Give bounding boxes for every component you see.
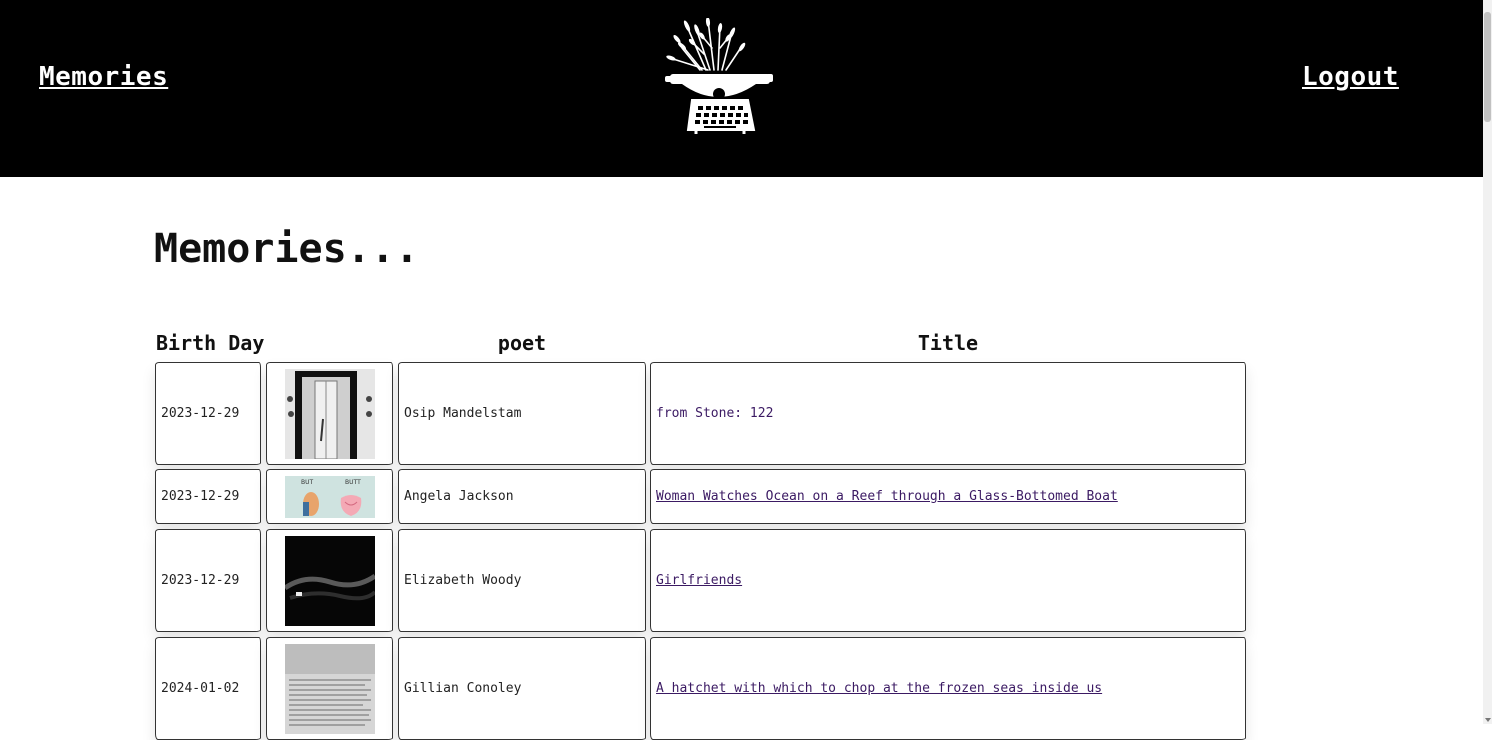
title-cell: Woman Watches Ocean on a Reef through a … [650,469,1246,524]
poet-cell: Angela Jackson [398,469,646,524]
page-title: Memories... [154,226,419,272]
date-cell: 2023-12-29 [155,469,261,524]
poet-cell: Osip Mandelstam [398,362,646,465]
thumb-text-but: BUT [301,479,314,486]
title-cell: from Stone: 122 [650,362,1246,465]
text-page-photo-icon [284,643,375,734]
thumbnail-cell[interactable] [266,362,393,465]
nav-memories-link[interactable]: Memories [39,62,168,92]
thumbnail-cell[interactable] [266,637,393,740]
doorway-photo-icon [284,368,375,459]
column-header-title: Title [917,331,979,355]
date-cell: 2024-01-02 [155,637,261,740]
scrollbar-thumb[interactable] [1484,12,1491,122]
poet-cell: Elizabeth Woody [398,529,646,632]
date-cell: 2023-12-29 [155,529,261,632]
poem-title-link[interactable]: from Stone: 122 [656,406,773,421]
thumb-text-butt: BUTT [345,479,361,486]
column-header-poet: poet [497,331,547,355]
thumbnail-cell[interactable] [266,529,393,632]
logout-link[interactable]: Logout [1302,62,1399,92]
date-cell: 2023-12-29 [155,362,261,465]
thumbnail-cell[interactable]: BUT BUTT [266,469,393,524]
top-navigation-bar: Memories Logout [0,0,1483,177]
column-header-birth-day: Birth Day [156,331,265,355]
illustration-comparison-icon: BUT BUTT [284,475,375,518]
title-cell: A hatchet with which to chop at the froz… [650,637,1246,740]
poem-title-link[interactable]: Woman Watches Ocean on a Reef through a … [656,489,1118,504]
poem-title-link[interactable]: Girlfriends [656,573,742,588]
vertical-scrollbar[interactable] [1483,0,1492,724]
poet-cell: Gillian Conoley [398,637,646,740]
title-cell: Girlfriends [650,529,1246,632]
dark-water-photo-icon [284,535,375,626]
scroll-down-arrow-icon[interactable] [1485,718,1491,722]
poem-title-link[interactable]: A hatchet with which to chop at the froz… [656,681,1102,696]
typewriter-with-flowers-icon [665,18,773,134]
